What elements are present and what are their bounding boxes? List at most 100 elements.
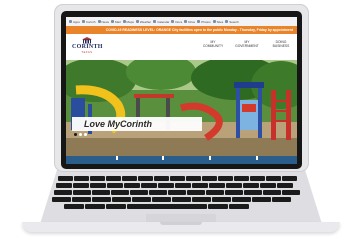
keyboard-key (266, 176, 281, 181)
bookmark-icon (111, 20, 115, 23)
bookmark-item[interactable]: Photos (197, 19, 211, 24)
hero-tagline: Love MyCorinth (72, 117, 202, 131)
keyboard-key (277, 183, 293, 188)
carousel-dot[interactable] (79, 133, 82, 136)
keyboard-key (260, 183, 276, 188)
keyboard-key (124, 183, 140, 188)
bookmark-label: Maps (126, 19, 134, 24)
keyboard-key (107, 183, 123, 188)
bar-divider (116, 156, 118, 160)
keyboard-key (252, 197, 271, 202)
nav-label: COMMUNITY (202, 44, 224, 48)
keyboard-key (132, 197, 151, 202)
keyboard-key (92, 197, 111, 202)
keyboard-key (234, 176, 249, 181)
bookmark-label: Calendar (157, 19, 170, 24)
keyboard-key (112, 197, 131, 202)
key-row (64, 204, 249, 209)
bookmark-label: Search (229, 19, 239, 24)
covid-alert-banner[interactable]: COVID-19 READINESS LEVEL: ORANGE City fa… (66, 26, 297, 34)
bookmarks-bar: Apps Corinth News Mail Maps Weather Calendar Do… (66, 17, 297, 26)
logo-subtext: TEXAS (81, 51, 93, 54)
keyboard-key (73, 183, 89, 188)
keyboard-key (229, 204, 249, 209)
keyboard-key (244, 190, 262, 195)
bookmark-item[interactable]: Sites (212, 19, 224, 24)
bookmark-icon (212, 20, 216, 23)
keyboard-key (170, 176, 185, 181)
keyboard-key (154, 176, 169, 181)
bookmark-icon (135, 20, 139, 23)
bookmark-item[interactable]: Mail (111, 20, 121, 24)
keyboard-key (282, 176, 297, 181)
keyboard-key (152, 197, 171, 202)
bookmark-item[interactable]: Corinth (81, 19, 96, 24)
main-nav: MY COMMUNITY MY GOVERNMENT DOING BUSINES… (201, 40, 293, 48)
keyboard-key (209, 183, 225, 188)
screen: Apps Corinth News Mail Maps Weather Calendar Do… (66, 17, 297, 164)
key-row (52, 197, 291, 202)
bookmark-label: News (101, 19, 110, 24)
bookmark-icon (171, 20, 175, 23)
keyboard-key (218, 176, 233, 181)
keyboard-key (138, 176, 153, 181)
keyboard-key (243, 183, 259, 188)
keyboard-key (90, 183, 106, 188)
city-logo[interactable]: CORINTH TEXAS (72, 37, 102, 57)
logo-text: CORINTH (72, 44, 103, 50)
nav-my-government[interactable]: MY GOVERNMENT (235, 40, 259, 48)
carousel-dot[interactable] (74, 133, 77, 136)
keyboard-key (192, 197, 211, 202)
carousel-dot[interactable] (84, 133, 87, 136)
bookmark-item[interactable]: Apps (69, 20, 80, 24)
quick-links-bar (66, 156, 297, 164)
bookmark-icon (184, 20, 188, 23)
keyboard-key (58, 176, 73, 181)
bar-divider (209, 156, 211, 160)
bookmark-label: Sites (216, 19, 224, 24)
bookmark-label: Corinth (85, 19, 96, 24)
keyboard-key (168, 190, 186, 195)
bookmark-label: Photos (201, 19, 211, 24)
bookmark-item[interactable]: Search (225, 20, 239, 24)
hero-carousel[interactable]: Love MyCorinth (66, 60, 297, 164)
nav-my-community[interactable]: MY COMMUNITY (201, 40, 225, 48)
keyboard-key (141, 183, 157, 188)
keyboard-key (111, 190, 129, 195)
bookmark-item[interactable]: Calendar (153, 20, 169, 24)
keyboard-key (172, 197, 191, 202)
bookmark-item[interactable]: Docs (171, 20, 182, 24)
bookmark-icon (81, 20, 85, 23)
nav-doing-business[interactable]: DOING BUSINESS (269, 40, 293, 48)
keyboard-key (106, 204, 126, 209)
keyboard-key (225, 190, 243, 195)
keyboard-key (130, 190, 148, 195)
keyboard-key (158, 183, 174, 188)
bookmark-label: Docs (175, 19, 183, 24)
bookmark-label: Mail (115, 19, 121, 24)
keyboard-key (202, 176, 217, 181)
keyboard-key (64, 204, 84, 209)
keyboard-key (272, 197, 291, 202)
bookmark-item[interactable]: Drive (184, 20, 195, 24)
keyboard-key (187, 190, 205, 195)
bookmark-item[interactable]: Weather (135, 20, 151, 24)
bookmark-icon (122, 20, 126, 23)
bookmark-item[interactable]: Maps (122, 19, 134, 24)
keyboard-key (149, 190, 167, 195)
bookmark-label: Drive (188, 19, 196, 24)
keyboard-key (52, 197, 71, 202)
keyboard-key (192, 183, 208, 188)
keyboard-key (206, 190, 224, 195)
keyboard-key (250, 176, 265, 181)
key-row (54, 190, 300, 195)
bookmark-icon (97, 20, 101, 23)
keyboard-key (122, 176, 137, 181)
keyboard-key (54, 190, 72, 195)
bookmark-icon (153, 20, 157, 23)
bookmark-item[interactable]: News (97, 19, 110, 24)
keyboard-key (106, 176, 121, 181)
nav-label: GOVERNMENT (235, 44, 259, 48)
keyboard-key (72, 197, 91, 202)
keyboard-key (212, 197, 231, 202)
